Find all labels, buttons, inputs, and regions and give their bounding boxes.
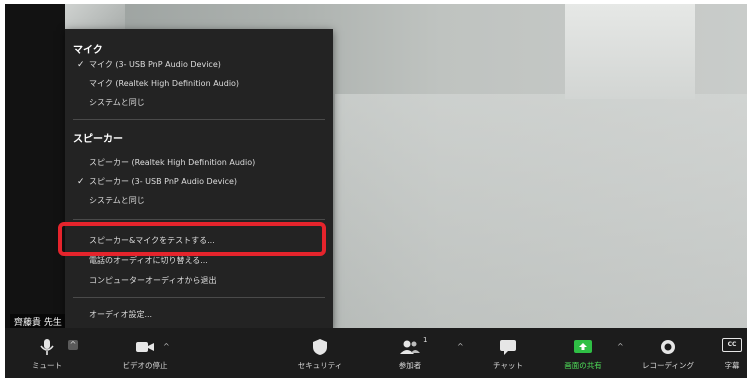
security-button[interactable]: セキュリティ	[285, 328, 355, 378]
speaker-item-realtek[interactable]: スピーカー (Realtek High Definition Audio)	[65, 155, 333, 171]
audio-settings-item[interactable]: オーディオ設定...	[65, 307, 333, 323]
chat-button[interactable]: チャット	[483, 328, 533, 378]
share-screen-label: 画面の共有	[564, 361, 602, 370]
chevron-up-icon: ^	[68, 340, 78, 350]
stop-video-label: ビデオの停止	[122, 361, 168, 370]
speaker-item-label: システムと同じ	[89, 196, 145, 205]
participants-label: 参加者	[398, 361, 422, 370]
zoom-window: 齊藤貴 先生 マイク ✓ マイク (3- USB PnP Audio Devic…	[0, 0, 747, 383]
closed-caption-icon: CC	[722, 338, 742, 356]
audio-menu: マイク ✓ マイク (3- USB PnP Audio Device) マイク …	[65, 29, 333, 328]
participants-options-caret[interactable]: ^	[457, 342, 464, 351]
video-area: 齊藤貴 先生 マイク ✓ マイク (3- USB PnP Audio Devic…	[5, 4, 747, 328]
speaker-item-system[interactable]: システムと同じ	[65, 193, 333, 209]
menu-divider	[73, 119, 325, 120]
leave-computer-audio-item[interactable]: コンピューターオーディオから退出	[65, 273, 333, 289]
speaker-item-usb[interactable]: ✓ スピーカー (3- USB PnP Audio Device)	[65, 174, 333, 190]
check-icon: ✓	[77, 60, 85, 70]
share-screen-icon	[572, 338, 594, 356]
menu-divider	[73, 219, 325, 220]
mute-button[interactable]: ミュート	[27, 328, 67, 378]
meeting-toolbar: ミュート ^ ビデオの停止 ^ セキュリティ 1 参加者 ^ チャット 画面の共…	[5, 328, 747, 378]
participants-button[interactable]: 1 参加者	[385, 328, 435, 378]
shield-icon	[309, 338, 331, 356]
chat-bubble-icon	[497, 338, 519, 356]
speaker-item-label: スピーカー (3- USB PnP Audio Device)	[89, 177, 238, 186]
speaker-item-label: スピーカー (Realtek High Definition Audio)	[89, 158, 256, 167]
mic-item-label: システムと同じ	[89, 98, 145, 107]
video-window-light	[565, 4, 695, 99]
record-button[interactable]: レコーディング	[633, 328, 703, 378]
mic-item-system[interactable]: システムと同じ	[65, 95, 333, 111]
mic-item-usb[interactable]: ✓ マイク (3- USB PnP Audio Device)	[65, 57, 333, 73]
stop-video-button[interactable]: ビデオの停止	[115, 328, 175, 378]
chevron-up-icon: ^	[617, 342, 624, 351]
closed-caption-button[interactable]: CC 字幕	[717, 328, 747, 378]
record-label: レコーディング	[642, 361, 694, 370]
mute-options-caret[interactable]: ^	[68, 340, 78, 350]
check-icon: ✓	[77, 177, 85, 187]
microphone-icon	[36, 338, 58, 356]
mute-label: ミュート	[32, 361, 62, 370]
switch-to-phone-label: 電話のオーディオに切り替える...	[89, 256, 208, 265]
record-icon	[657, 338, 679, 356]
menu-divider	[73, 297, 325, 298]
participant-name-tag: 齊藤貴 先生	[10, 314, 66, 328]
audio-settings-label: オーディオ設定...	[89, 310, 153, 319]
mic-item-label: マイク (3- USB PnP Audio Device)	[89, 60, 221, 69]
video-background-wall	[335, 94, 747, 328]
security-label: セキュリティ	[297, 361, 343, 370]
share-options-caret[interactable]: ^	[617, 342, 624, 351]
mic-item-label: マイク (Realtek High Definition Audio)	[89, 79, 240, 88]
mic-item-realtek[interactable]: マイク (Realtek High Definition Audio)	[65, 76, 333, 92]
chevron-up-icon: ^	[163, 342, 170, 351]
video-options-caret[interactable]: ^	[163, 342, 170, 351]
speaker-section-title: スピーカー	[73, 134, 123, 145]
video-camera-icon	[134, 338, 156, 356]
share-screen-button[interactable]: 画面の共有	[553, 328, 613, 378]
mic-section-title: マイク	[73, 45, 103, 56]
chevron-up-icon: ^	[457, 342, 464, 351]
video-left-strip	[5, 4, 65, 328]
closed-caption-label: 字幕	[724, 361, 740, 370]
highlight-annotation	[58, 222, 326, 256]
participants-icon: 1	[399, 336, 427, 356]
chat-label: チャット	[493, 361, 523, 370]
leave-computer-audio-label: コンピューターオーディオから退出	[89, 276, 217, 285]
participants-count: 1	[423, 336, 428, 344]
